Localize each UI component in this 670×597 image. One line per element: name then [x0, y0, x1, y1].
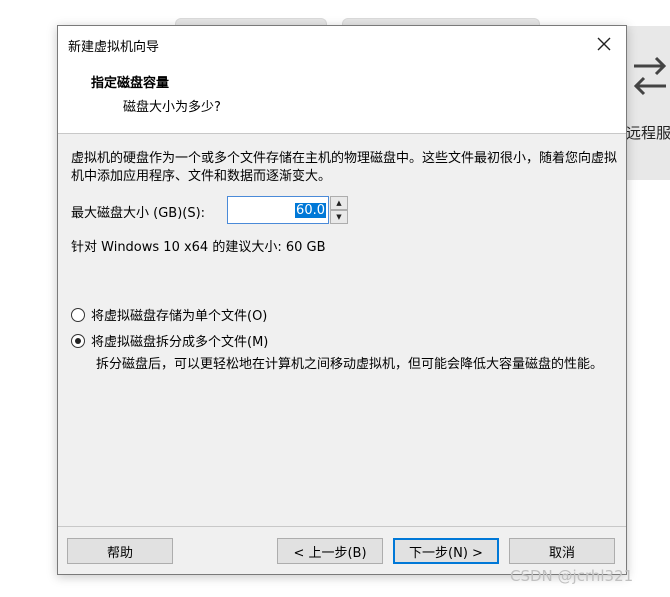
help-button[interactable]: 帮助 — [67, 538, 173, 564]
wizard-header: 指定磁盘容量 磁盘大小为多少? — [58, 62, 626, 134]
spin-down-button[interactable]: ▼ — [330, 210, 348, 224]
max-disk-size-value: 60.0 — [295, 202, 326, 218]
watermark-text: CSDN @jcrhl321 — [510, 567, 634, 585]
store-single-file-option[interactable]: 将虚拟磁盘存储为单个文件(O) — [71, 305, 267, 324]
dialog-title: 新建虚拟机向导 — [68, 40, 160, 55]
spin-up-icon: ▲ — [336, 199, 342, 207]
spin-up-button[interactable]: ▲ — [330, 196, 348, 210]
split-multiple-files-radio[interactable] — [71, 333, 85, 348]
close-icon — [597, 37, 611, 51]
store-single-file-radio[interactable] — [71, 307, 85, 322]
split-multiple-files-label: 将虚拟磁盘拆分成多个文件(M) — [91, 335, 269, 350]
spin-buttons: ▲ ▼ — [330, 196, 348, 224]
background-panel-label: 远程服 — [626, 124, 670, 142]
max-disk-size-label: 最大磁盘大小 (GB)(S): — [71, 206, 206, 221]
store-single-file-label: 将虚拟磁盘存储为单个文件(O) — [91, 309, 268, 324]
step-title: 指定磁盘容量 — [91, 76, 170, 91]
cancel-button[interactable]: 取消 — [509, 538, 615, 564]
dialog-titlebar: 新建虚拟机向导 — [58, 26, 626, 62]
max-disk-size-input[interactable]: 60.0 — [227, 196, 329, 224]
close-button[interactable] — [590, 32, 618, 56]
next-button[interactable]: 下一步(N) > — [393, 538, 499, 564]
footer-divider — [58, 526, 626, 527]
max-disk-size-spinner: 60.0 ▲ ▼ — [227, 196, 349, 224]
step-subtitle: 磁盘大小为多少? — [123, 100, 221, 115]
swap-arrows-icon — [633, 56, 667, 96]
background-remote-panel: 远程服 — [620, 26, 670, 180]
back-button[interactable]: < 上一步(B) — [277, 538, 383, 564]
split-multiple-files-option[interactable]: 将虚拟磁盘拆分成多个文件(M) — [71, 331, 268, 350]
disk-description: 虚拟机的硬盘作为一个或多个文件存储在主机的物理磁盘中。这些文件最初很小，随着您向… — [71, 151, 618, 184]
split-files-description: 拆分磁盘后，可以更轻松地在计算机之间移动虚拟机，但可能会降低大容量磁盘的性能。 — [96, 357, 604, 372]
new-vm-wizard-dialog: 新建虚拟机向导 指定磁盘容量 磁盘大小为多少? 虚拟机的硬盘作为一个或多个文件存… — [57, 25, 627, 575]
recommended-size-text: 针对 Windows 10 x64 的建议大小: 60 GB — [71, 240, 326, 255]
spin-down-icon: ▼ — [336, 213, 342, 221]
